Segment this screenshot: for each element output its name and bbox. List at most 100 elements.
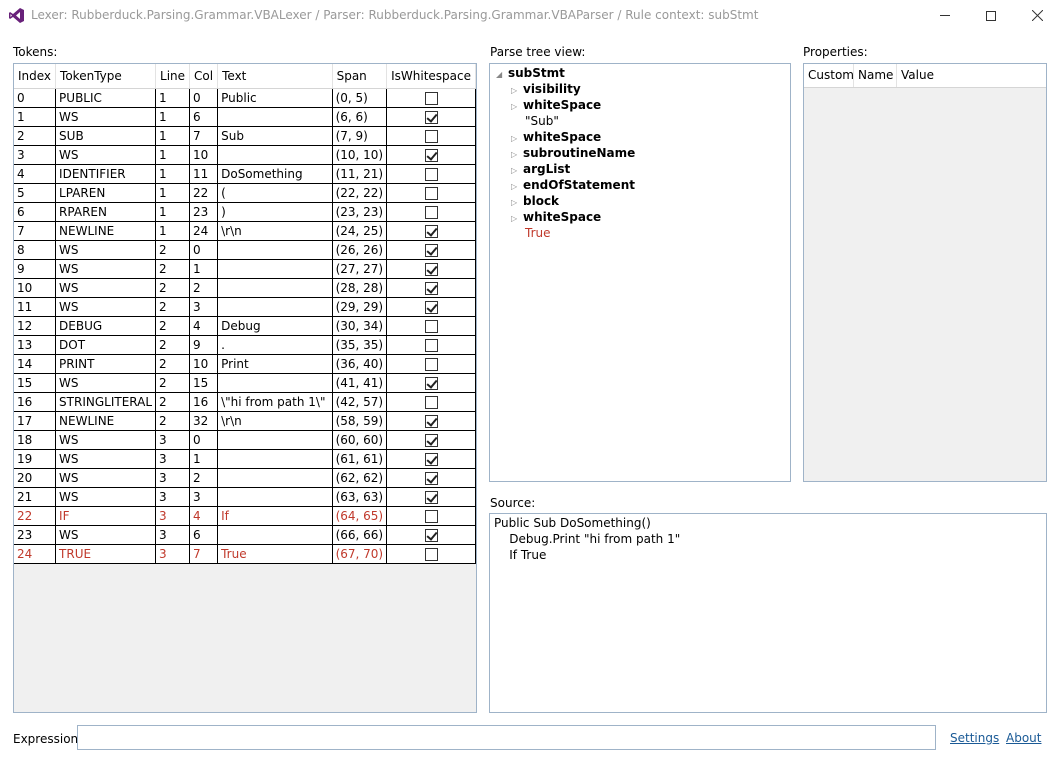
cell-span: (63, 63) [332,487,388,507]
iswhitespace-checkbox[interactable] [424,357,438,371]
column-header-iswhitespace[interactable]: IsWhitespace [386,64,476,89]
table-row[interactable]: 7 NEWLINE 1 24 \r\n (24, 25) [14,221,476,241]
expand-arrow-icon[interactable]: ▷ [511,99,523,115]
tree-node[interactable]: ▷ block [511,193,559,209]
table-row[interactable]: 5 LPAREN 1 22((22, 22) [14,183,476,203]
iswhitespace-checkbox[interactable] [424,262,438,276]
iswhitespace-checkbox[interactable] [424,300,438,314]
collapse-arrow-icon[interactable]: ◢ [496,67,508,83]
cell-iswhitespace [386,88,476,108]
cell-span: (28, 28) [332,278,388,298]
table-row[interactable]: 0 PUBLIC 1 0 Public (0, 5) [14,88,476,108]
table-row[interactable]: 11 WS 2 3 (29, 29) [14,297,476,317]
iswhitespace-checkbox[interactable] [424,281,438,295]
expression-input[interactable] [77,725,936,750]
table-row[interactable]: 3 WS 1 10 (10, 10) [14,145,476,165]
iswhitespace-checkbox[interactable] [424,528,438,542]
table-row[interactable]: 13 DOT 2 9. (35, 35) [14,335,476,355]
source-textbox[interactable]: Public Sub DoSomething() Debug.Print "hi… [489,513,1047,713]
cell-line: 1 [155,107,191,127]
tree-node[interactable]: ▷ whiteSpace [511,97,601,113]
cell-index: 23 [14,525,57,545]
table-row[interactable]: 6 RPAREN 1 23) (23, 23) [14,202,476,222]
column-header-index[interactable]: Index [14,64,57,89]
tree-node-root[interactable]: ◢ subStmt [496,65,565,81]
expand-arrow-icon[interactable]: ▷ [511,211,523,227]
table-row[interactable]: 14 PRINT 2 10 Print (36, 40) [14,354,476,374]
iswhitespace-checkbox[interactable] [424,547,438,561]
tokens-grid[interactable]: Index TokenType Line Col Text Span IsWhi… [13,63,477,713]
iswhitespace-checkbox[interactable] [424,338,438,352]
cell-iswhitespace [386,411,476,431]
tree-terminal[interactable]: True [525,225,551,241]
tree-node[interactable]: ▷ whiteSpace [511,209,601,225]
table-row[interactable]: 17 NEWLINE 2 32 \r\n (58, 59) [14,411,476,431]
column-header-name[interactable]: Name [854,64,897,87]
properties-grid[interactable]: Custom Name Value [803,63,1047,482]
table-row[interactable]: 15 WS 2 15 (41, 41) [14,373,476,393]
iswhitespace-checkbox[interactable] [424,452,438,466]
minimize-button[interactable] [922,0,968,31]
tree-node[interactable]: ▷ whiteSpace [511,129,601,145]
table-row[interactable]: 24 TRUE 3 7 True (67, 70) [14,544,476,564]
iswhitespace-checkbox[interactable] [424,91,438,105]
cell-iswhitespace [386,221,476,241]
table-row[interactable]: 2 SUB 1 7 Sub (7, 9) [14,126,476,146]
tree-terminal[interactable]: "Sub" [525,113,559,129]
iswhitespace-checkbox[interactable] [424,433,438,447]
iswhitespace-checkbox[interactable] [424,224,438,238]
iswhitespace-checkbox[interactable] [424,110,438,124]
cell-iswhitespace [386,430,476,450]
table-row[interactable]: 10 WS 2 2 (28, 28) [14,278,476,298]
cell-text: ) [217,202,333,222]
parse-tree-view[interactable]: ◢ subStmt ▷ visibility ▷ whiteSpace "Sub" ▷ whit… [489,63,791,482]
table-row[interactable]: 18 WS 3 0 (60, 60) [14,430,476,450]
maximize-button[interactable] [968,0,1014,31]
close-button[interactable] [1014,0,1060,31]
column-header-span[interactable]: Span [332,64,388,89]
iswhitespace-checkbox[interactable] [424,186,438,200]
table-row[interactable]: 20 WS 3 2 (62, 62) [14,468,476,488]
iswhitespace-checkbox[interactable] [424,376,438,390]
cell-col: 4 [189,506,219,526]
table-row[interactable]: 19 WS 3 1 (61, 61) [14,449,476,469]
table-row[interactable]: 21 WS 3 3 (63, 63) [14,487,476,507]
iswhitespace-checkbox[interactable] [424,471,438,485]
cell-text [217,430,333,450]
iswhitespace-checkbox[interactable] [424,490,438,504]
cell-tokentype: SUB [55,126,157,146]
column-header-col[interactable]: Col [189,64,219,89]
table-row[interactable]: 22 IF 3 4 If (64, 65) [14,506,476,526]
tree-node[interactable]: ▷ visibility [511,81,581,97]
tree-node[interactable]: ▷ endOfStatement [511,177,635,193]
tree-node-label: whiteSpace [523,210,602,224]
table-row[interactable]: 16 STRINGLITERAL 2 16 \"hi from path 1\" (42,… [14,392,476,412]
cell-iswhitespace [386,278,476,298]
iswhitespace-checkbox[interactable] [424,148,438,162]
settings-link[interactable]: Settings [950,731,999,745]
iswhitespace-checkbox[interactable] [424,243,438,257]
cell-index: 8 [14,240,57,260]
column-header-text[interactable]: Text [217,64,333,89]
iswhitespace-checkbox[interactable] [424,319,438,333]
iswhitespace-checkbox[interactable] [424,395,438,409]
about-link[interactable]: About [1006,731,1041,745]
table-row[interactable]: 8 WS 2 0 (26, 26) [14,240,476,260]
column-header-tokentype[interactable]: TokenType [55,64,157,89]
iswhitespace-checkbox[interactable] [424,509,438,523]
iswhitespace-checkbox[interactable] [424,167,438,181]
iswhitespace-checkbox[interactable] [424,414,438,428]
table-row[interactable]: 4 IDENTIFIER 1 11 DoSomething (11, 21) [14,164,476,184]
column-header-line[interactable]: Line [155,64,191,89]
iswhitespace-checkbox[interactable] [424,129,438,143]
table-row[interactable]: 9 WS 2 1 (27, 27) [14,259,476,279]
column-header-custom[interactable]: Custom [804,64,854,87]
cell-line: 1 [155,126,191,146]
tree-node[interactable]: ▷ subroutineName [511,145,635,161]
column-header-value[interactable]: Value [897,64,1046,87]
table-row[interactable]: 12 DEBUG 2 4 Debug (30, 34) [14,316,476,336]
tree-node[interactable]: ▷ argList [511,161,570,177]
table-row[interactable]: 1 WS 1 6 (6, 6) [14,107,476,127]
table-row[interactable]: 23 WS 3 6 (66, 66) [14,525,476,545]
iswhitespace-checkbox[interactable] [424,205,438,219]
